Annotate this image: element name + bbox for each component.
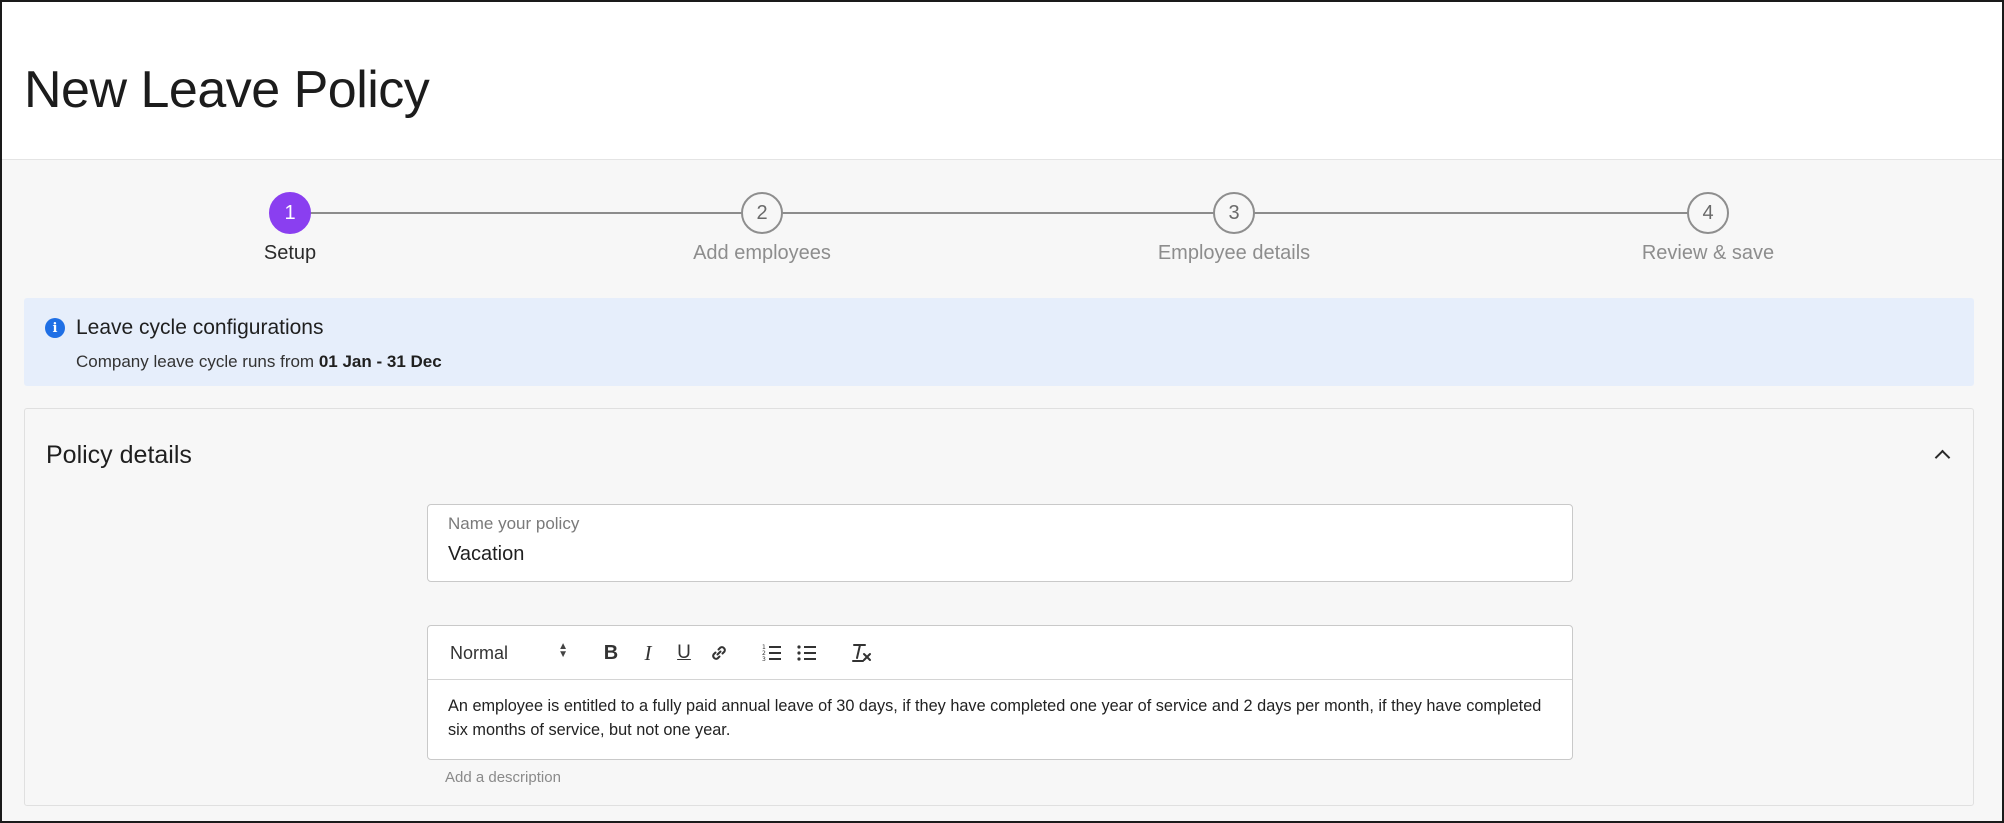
svg-text:3: 3 [762,656,766,663]
text-format-value: Normal [450,642,509,663]
description-helper-text: Add a description [445,769,561,786]
text-format-select[interactable]: Normal ▲ ▼ [450,639,568,667]
clear-format-icon[interactable] [846,638,876,668]
policy-name-input[interactable] [448,543,1548,566]
info-banner-title: Leave cycle configurations [76,316,324,339]
page-title: New Leave Policy [24,61,430,119]
collapse-section-button[interactable] [1927,439,1957,469]
link-icon[interactable] [704,638,734,668]
policy-name-field[interactable]: Name your policy [427,504,1573,582]
step-setup[interactable]: 1 Setup [160,192,420,265]
info-icon: i [45,318,65,338]
policy-details-card: Policy details Name your policy Normal ▲… [24,408,1974,806]
leave-cycle-info-banner: i Leave cycle configurations Company lea… [24,298,1974,386]
step-add-employees[interactable]: 2 Add employees [632,192,892,265]
app-frame: New Leave Policy 1 Setup 2 Add employees… [0,0,2004,823]
italic-icon[interactable]: I [633,638,663,668]
step-number: 3 [1213,192,1255,234]
step-label: Setup [263,242,317,264]
description-text[interactable]: An employee is entitled to a fully paid … [448,694,1548,742]
leave-cycle-range: 01 Jan - 31 Dec [318,352,442,371]
step-number: 2 [741,192,783,234]
page-header: New Leave Policy [2,2,2002,160]
ordered-list-icon[interactable]: 123 [757,638,787,668]
editor-toolbar: Normal ▲ ▼ B I U 1 2 3 [428,626,1572,680]
bullet-list-icon[interactable] [792,638,822,668]
step-employee-details[interactable]: 3 Employee details [1104,192,1364,265]
info-text-prefix: Company leave cycle runs from [76,352,319,371]
description-editor[interactable]: Normal ▲ ▼ B I U 1 2 3 An employee is en… [427,625,1573,760]
select-arrows-icon: ▲ ▼ [558,641,568,660]
step-label: Add employees [693,242,831,264]
step-review-save[interactable]: 4 Review & save [1578,192,1838,265]
step-number: 4 [1687,192,1729,234]
step-label: Employee details [1157,242,1311,264]
chevron-up-icon [1934,449,1950,465]
bold-icon[interactable]: B [596,638,626,668]
info-banner-text: Company leave cycle runs from 01 Jan - 3… [76,352,442,372]
progress-stepper: 1 Setup 2 Add employees 3 Employee detai… [2,192,2002,272]
step-label: Review & save [1641,242,1775,264]
policy-details-title: Policy details [46,441,192,469]
policy-name-label: Name your policy [448,514,580,533]
underline-icon[interactable]: U [669,638,699,668]
step-number: 1 [269,192,311,234]
